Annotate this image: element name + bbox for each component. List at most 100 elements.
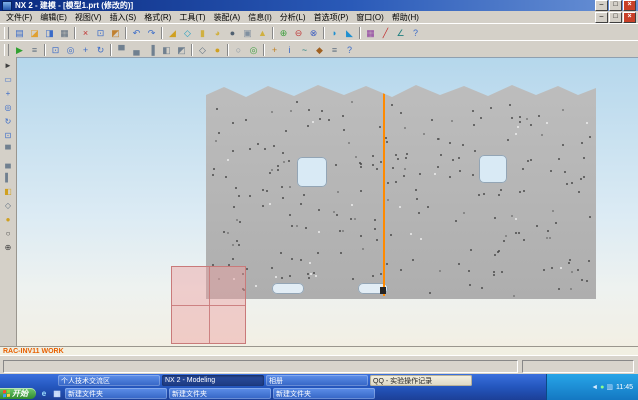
shaded-mode-icon[interactable]: ●: [2, 213, 15, 226]
volume-icon[interactable]: ◄: [591, 384, 598, 391]
snap-circle-icon[interactable]: ○: [2, 227, 15, 240]
wcs-dynamics-icon[interactable]: +: [267, 43, 282, 57]
taskbar-button[interactable]: QQ - 实验操作记录: [370, 375, 472, 386]
front-view-icon[interactable]: ▀: [2, 143, 15, 156]
rotate-view-icon[interactable]: ↻: [93, 43, 108, 57]
sketch-icon[interactable]: ◢: [165, 26, 180, 40]
menu-item[interactable]: 分析(L): [276, 12, 310, 23]
help-icon[interactable]: ?: [408, 26, 423, 40]
menu-item[interactable]: 信息(I): [244, 12, 276, 23]
minimize-button[interactable]: –: [595, 0, 608, 11]
taskbar-button[interactable]: 个人技术交流区: [58, 375, 160, 386]
menu-item[interactable]: 格式(R): [140, 12, 175, 23]
taskbar-button[interactable]: 新建文件夹: [273, 388, 375, 399]
menu-item[interactable]: 帮助(H): [388, 12, 423, 23]
extrude-icon[interactable]: ▮: [195, 26, 210, 40]
fit-view-icon[interactable]: ⊡: [2, 129, 15, 142]
select-cursor-icon[interactable]: ►: [2, 59, 15, 72]
analysis-icon[interactable]: ~: [297, 43, 312, 57]
rotate-view-icon[interactable]: ↻: [2, 115, 15, 128]
isometric-view-icon[interactable]: ◧: [159, 43, 174, 57]
taskbar-clock[interactable]: 11:45: [616, 384, 633, 391]
toolbar-grip[interactable]: [4, 43, 9, 56]
print-icon[interactable]: ▦: [57, 26, 72, 40]
title-bar[interactable]: NX 2 - 建模 - [模型1.prt (修改的)] – □ ×: [0, 0, 638, 11]
measure-icon[interactable]: ∠: [393, 26, 408, 40]
windows-taskbar: 个人技术交流区 NX 2 - Modeling 相册 QQ - 实验操作记录 开…: [0, 374, 638, 400]
zoom-icon[interactable]: ◎: [63, 43, 78, 57]
menu-item[interactable]: 首选项(P): [310, 12, 353, 23]
close-button[interactable]: ×: [623, 0, 636, 11]
start-app-icon[interactable]: ▶: [12, 43, 27, 57]
chamfer-icon[interactable]: ◣: [342, 26, 357, 40]
wireframe-display-icon[interactable]: ◇: [195, 43, 210, 57]
menu-item[interactable]: 视图(V): [71, 12, 106, 23]
square-cutout-right: [479, 155, 507, 183]
taskbar-button[interactable]: 相册: [266, 375, 368, 386]
sketch-curve-icon[interactable]: ╱: [378, 26, 393, 40]
show-desktop-icon[interactable]: ▦: [51, 388, 63, 399]
snap-center-icon[interactable]: ⊕: [2, 241, 15, 254]
cut-icon[interactable]: ×: [78, 26, 93, 40]
menu-item[interactable]: 工具(T): [175, 12, 209, 23]
toolbar-grip[interactable]: [4, 26, 9, 39]
menu-item[interactable]: 窗口(O): [352, 12, 388, 23]
pattern-feature-icon[interactable]: ▦: [363, 26, 378, 40]
fit-view-icon[interactable]: ⊡: [48, 43, 63, 57]
intersect-icon[interactable]: ⊗: [306, 26, 321, 40]
right-view-icon[interactable]: ▌: [2, 171, 15, 184]
mdi-restore-button[interactable]: □: [609, 12, 622, 23]
top-view-icon[interactable]: ▄: [129, 43, 144, 57]
block-icon[interactable]: ▣: [240, 26, 255, 40]
undo-icon[interactable]: ↶: [129, 26, 144, 40]
antivirus-icon[interactable]: ●: [600, 384, 604, 391]
hole-icon[interactable]: ●: [225, 26, 240, 40]
open-file-icon[interactable]: ◪: [27, 26, 42, 40]
context-help-icon[interactable]: ?: [342, 43, 357, 57]
object-info-icon[interactable]: i: [282, 43, 297, 57]
menu-item[interactable]: 装配(A): [210, 12, 245, 23]
zoom-view-icon[interactable]: ◎: [2, 101, 15, 114]
network-icon[interactable]: ▥: [606, 384, 613, 391]
top-view-icon[interactable]: ▄: [2, 157, 15, 170]
taskbar-button[interactable]: 新建文件夹: [169, 388, 271, 399]
maximize-button[interactable]: □: [609, 0, 622, 11]
part-body[interactable]: [206, 85, 596, 299]
layer-settings-icon[interactable]: ≡: [27, 43, 42, 57]
edge-blend-icon[interactable]: ◗: [327, 26, 342, 40]
taskbar-button[interactable]: NX 2 - Modeling: [162, 375, 264, 386]
snap-point-icon[interactable]: ◆: [312, 43, 327, 57]
menu-item[interactable]: 编辑(E): [36, 12, 71, 23]
front-view-icon[interactable]: ▀: [114, 43, 129, 57]
trimetric-view-icon[interactable]: ◩: [174, 43, 189, 57]
boss-icon[interactable]: ▲: [255, 26, 270, 40]
wireframe-mode-icon[interactable]: ◇: [2, 199, 15, 212]
rect-select-icon[interactable]: ▭: [2, 73, 15, 86]
revolve-icon[interactable]: ◕: [210, 26, 225, 40]
redo-icon[interactable]: ↷: [144, 26, 159, 40]
hide-object-icon[interactable]: ○: [231, 43, 246, 57]
start-button[interactable]: 开始: [0, 388, 36, 399]
iso-view-icon[interactable]: ◧: [2, 185, 15, 198]
new-file-icon[interactable]: ▤: [12, 26, 27, 40]
menu-item[interactable]: 文件(F): [2, 12, 36, 23]
subtract-icon[interactable]: ⊖: [291, 26, 306, 40]
mdi-close-button[interactable]: ×: [623, 12, 636, 23]
preferences-icon[interactable]: ≡: [327, 43, 342, 57]
highlighted-split-edge[interactable]: [383, 86, 385, 296]
graphics-viewport[interactable]: [17, 57, 638, 346]
paste-icon[interactable]: ◩: [108, 26, 123, 40]
menu-item[interactable]: 插入(S): [106, 12, 141, 23]
taskbar-button[interactable]: 新建文件夹: [65, 388, 167, 399]
ie-quick-icon[interactable]: e: [38, 388, 50, 399]
unite-icon[interactable]: ⊕: [276, 26, 291, 40]
datum-plane-icon[interactable]: ◇: [180, 26, 195, 40]
copy-icon[interactable]: ⊡: [93, 26, 108, 40]
pan-view-icon[interactable]: +: [2, 87, 15, 100]
right-view-icon[interactable]: ▐: [144, 43, 159, 57]
save-file-icon[interactable]: ◨: [42, 26, 57, 40]
shaded-display-icon[interactable]: ●: [210, 43, 225, 57]
mdi-minimize-button[interactable]: –: [595, 12, 608, 23]
pan-icon[interactable]: +: [78, 43, 93, 57]
show-object-icon[interactable]: ◎: [246, 43, 261, 57]
